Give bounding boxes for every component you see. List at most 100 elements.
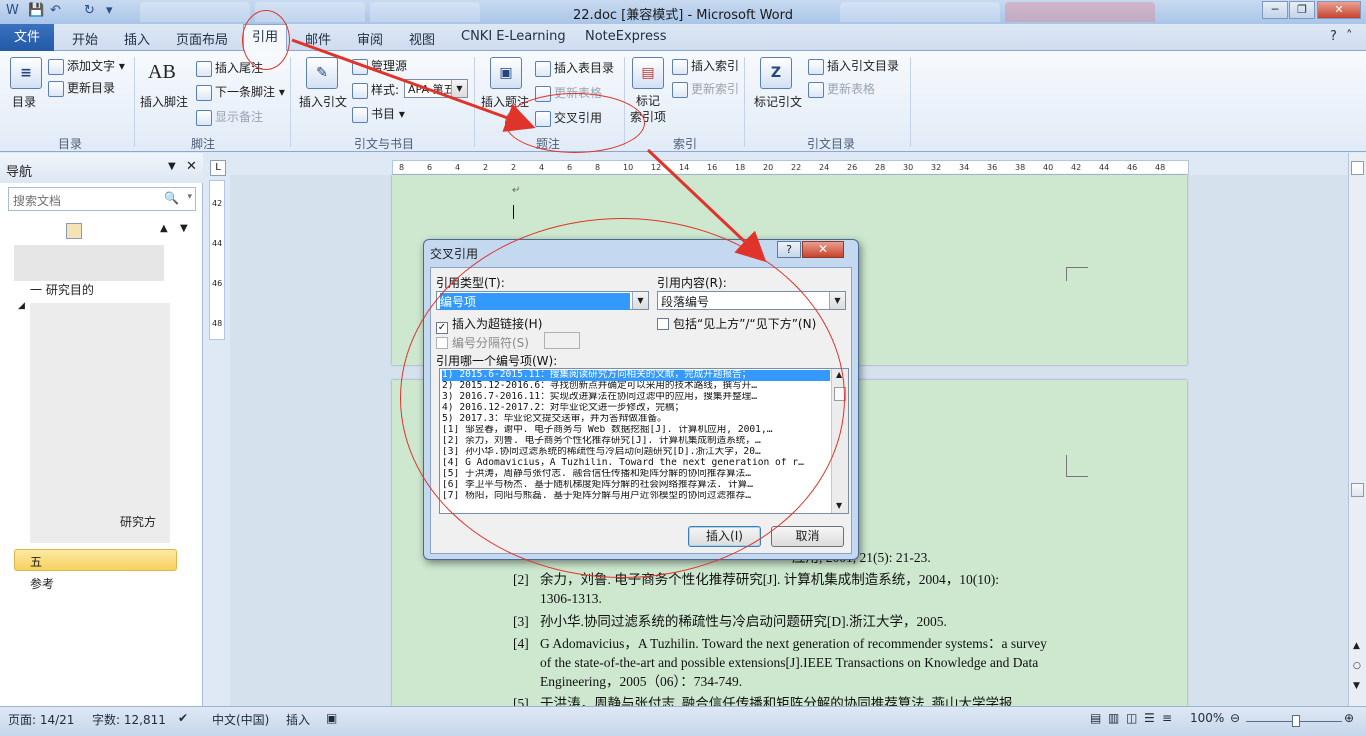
scroll-thumb[interactable] xyxy=(1351,483,1364,497)
scroll-down-icon[interactable]: ▼ xyxy=(836,501,842,510)
view-ruler-icon[interactable] xyxy=(1351,161,1364,175)
maximize-button[interactable]: ❐ xyxy=(1289,1,1315,19)
previous-icon[interactable]: ▲ xyxy=(160,223,168,234)
update-toc-button[interactable]: 更新目录 xyxy=(48,79,115,97)
nav-heading-item[interactable]: 研究方 xyxy=(120,513,156,530)
tab-review[interactable]: 审阅 xyxy=(357,29,383,48)
insert-citation-button[interactable]: 插入引文 xyxy=(299,93,347,110)
ruler-tick-label: 8 xyxy=(595,163,601,172)
nav-heading-item[interactable]: 参考 xyxy=(30,575,54,592)
outline-icon[interactable]: ☰ xyxy=(1144,711,1155,725)
ruler-tick-label: 16 xyxy=(707,163,718,172)
tab-insert[interactable]: 插入 xyxy=(124,29,150,48)
update-toc-icon xyxy=(48,80,64,97)
tab-page-layout[interactable]: 页面布局 xyxy=(176,29,228,48)
tab-noteexpress[interactable]: NoteExpress xyxy=(585,29,667,44)
group-separator xyxy=(910,57,911,147)
citation-style-select[interactable]: APA 第五 ▼ xyxy=(404,79,468,98)
toc-icon: ≡ xyxy=(10,57,42,89)
ruler-tick-label: 14 xyxy=(679,163,690,172)
show-notes-button[interactable]: 显示备注 xyxy=(196,108,263,126)
insert-endnote-icon xyxy=(196,60,212,77)
annotation-circle xyxy=(505,93,645,153)
table-of-figures-icon xyxy=(535,60,551,77)
style-label-text: 样式: xyxy=(371,83,400,97)
ribbon-references: ≡ 目录 添加文字 ▾ 更新目录 目录 AB 插入脚注 插入尾注 下一条脚注 ▾… xyxy=(0,51,1366,152)
proofing-icon[interactable]: ✔ xyxy=(178,711,188,725)
print-layout-icon[interactable]: ▤ xyxy=(1090,711,1101,725)
tab-cnki[interactable]: CNKI E-Learning xyxy=(461,29,566,44)
toc-button[interactable]: 目录 xyxy=(12,93,36,110)
expand-icon[interactable]: ◢ xyxy=(18,301,25,311)
web-layout-icon[interactable]: ◫ xyxy=(1126,711,1137,725)
close-window-button[interactable]: ✕ xyxy=(1317,1,1361,19)
tab-selector[interactable]: L xyxy=(210,160,226,176)
reference-number: [2] xyxy=(513,572,529,587)
dialog-close-button[interactable]: ✕ xyxy=(802,241,844,258)
insert-table-of-figures-button[interactable]: 插入表目录 xyxy=(535,59,614,77)
macro-record-icon[interactable]: ▣ xyxy=(326,711,337,725)
insert-index-button[interactable]: 插入索引 xyxy=(672,57,739,75)
next-page-icon[interactable]: ▼ xyxy=(1353,681,1360,691)
vertical-ruler[interactable]: 42 44 46 48 xyxy=(209,180,225,340)
add-text-button[interactable]: 添加文字 ▾ xyxy=(48,57,125,75)
draft-icon[interactable]: ≡ xyxy=(1162,711,1172,725)
insert-footnote-button[interactable]: 插入脚注 xyxy=(140,93,188,110)
reference-line: 孙小华.协同过滤系统的稀疏性与冷启动问题研究[D].浙江大学，2005. xyxy=(540,614,947,629)
zoom-level[interactable]: 100% xyxy=(1190,711,1224,725)
help-icon[interactable]: ? xyxy=(1330,29,1337,44)
nav-heading-item[interactable]: 一 研究目的 xyxy=(30,281,94,298)
zoom-in-icon[interactable]: ⊕ xyxy=(1344,711,1354,725)
nav-menu-icon[interactable]: ▼ xyxy=(168,161,176,172)
tab-file[interactable]: 文件 xyxy=(0,24,54,51)
navigation-pane: 导航 ▼ ✕ 搜索文档 🔍 ▾ ▲ ▼ 一 研究目的 ◢ 研究方 五 参考 xyxy=(0,153,203,706)
next-footnote-button[interactable]: 下一条脚注 ▾ xyxy=(196,83,285,101)
horizontal-ruler[interactable]: 8 6 4 2 2 4 6 8 10 12 14 16 18 20 22 24 26 28 30 32 34 36 38 40… xyxy=(392,160,1189,175)
help-button[interactable]: ? xyxy=(777,241,801,258)
page-indicator[interactable]: 页面: 14/21 xyxy=(8,711,74,728)
margin-mark xyxy=(1066,455,1088,477)
next-footnote-icon xyxy=(196,84,212,101)
close-icon[interactable]: ✕ xyxy=(186,159,197,174)
search-icon[interactable]: 🔍 xyxy=(164,191,179,205)
insert-authorities-button[interactable]: 插入引文目录 xyxy=(808,57,899,75)
word-count[interactable]: 字数: 12,811 xyxy=(92,711,166,728)
language-indicator[interactable]: 中文(中国) xyxy=(212,711,269,728)
nav-heading-item[interactable]: 五 xyxy=(30,553,42,570)
reference-line: 1306-1313. xyxy=(540,591,602,606)
ruler-tick-label: 38 xyxy=(1015,163,1026,172)
chevron-down-icon: ▼ xyxy=(451,80,467,97)
vertical-scrollbar[interactable]: ▲ ○ ▼ xyxy=(1348,153,1366,706)
search-placeholder: 搜索文档 xyxy=(13,194,62,208)
update-index-button[interactable]: 更新索引 xyxy=(672,80,739,98)
update-authorities-button[interactable]: 更新表格 xyxy=(808,80,875,98)
mark-citation-button[interactable]: 标记引文 xyxy=(754,93,802,110)
bibliography-button[interactable]: 书目 ▾ xyxy=(352,105,405,123)
chevron-down-icon[interactable]: ▾ xyxy=(187,192,192,202)
ruler-tick-label: 2 xyxy=(511,163,517,172)
insert-mode[interactable]: 插入 xyxy=(286,711,310,728)
nav-header: 导航 ▼ ✕ xyxy=(0,153,203,183)
previous-page-icon[interactable]: ▲ xyxy=(1353,641,1360,651)
next-icon[interactable]: ▼ xyxy=(180,223,188,234)
zoom-slider-thumb[interactable] xyxy=(1292,715,1300,727)
group-toc-label: 目录 xyxy=(57,137,82,151)
full-screen-icon[interactable]: ▥ xyxy=(1108,711,1119,725)
minimize-ribbon-icon[interactable]: ˄ xyxy=(1346,29,1353,44)
group-separator xyxy=(474,57,475,147)
style-icon xyxy=(352,82,368,99)
browse-headings-icon[interactable] xyxy=(66,223,82,239)
tab-view[interactable]: 视图 xyxy=(409,29,435,48)
tab-mailings[interactable]: 邮件 xyxy=(305,29,331,48)
manage-sources-icon xyxy=(352,58,368,75)
browse-object-icon[interactable]: ○ xyxy=(1353,661,1361,671)
group-citations-label: 引文与书目 xyxy=(353,137,414,151)
ruler-tick-label: 10 xyxy=(623,163,634,172)
cancel-button[interactable]: 取消 xyxy=(771,526,844,547)
minimize-button[interactable]: ─ xyxy=(1262,1,1288,19)
tab-home[interactable]: 开始 xyxy=(72,29,98,48)
search-input[interactable]: 搜索文档 🔍 ▾ xyxy=(8,187,196,211)
zoom-out-icon[interactable]: ⊖ xyxy=(1230,711,1240,725)
text-cursor xyxy=(513,205,514,219)
manage-sources-button[interactable]: 管理源 xyxy=(352,57,407,75)
